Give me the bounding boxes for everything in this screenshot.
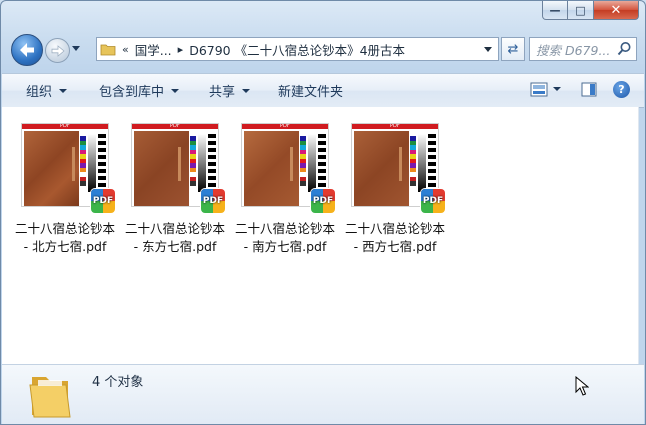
pdf-header-label: PDF [60,123,70,129]
book-cover-image [244,131,299,206]
mouse-cursor-icon [575,376,589,396]
book-cover-image [134,131,189,206]
file-name: 二十八宿总论钞本 - 北方七宿.pdf [14,221,115,254]
color-swatches [190,136,196,186]
ruler-strip [98,134,106,192]
back-button[interactable] [11,34,43,66]
view-options-dropdown[interactable] [553,87,561,91]
address-overflow-chevron[interactable]: « [122,43,129,56]
caption-buttons: — □ ✕ [542,1,639,20]
file-list-view[interactable]: PDF PDF 二十八宿总论钞本 - 北方七宿.pdf PDF PDF 二十八宿… [2,107,639,364]
gray-scale-strip [88,134,96,192]
chevron-down-icon [242,88,251,93]
include-in-library-menu[interactable]: 包含到库中 [99,81,180,100]
organize-menu[interactable]: 组织 [26,81,68,100]
book-cover-image [354,131,409,206]
ruler-strip [318,134,326,192]
forward-button[interactable] [45,38,70,63]
new-folder-button[interactable]: 新建文件夹 [278,81,343,100]
pdf-thumbnail: PDF PDF [241,123,335,213]
share-menu[interactable]: 共享 [209,81,251,100]
ruler-strip [428,134,436,192]
book-cover-image [24,131,79,206]
address-dropdown[interactable] [484,47,492,52]
view-icon [530,82,548,96]
command-toolbar: 组织 包含到库中 共享 新建文件夹 ? [2,73,644,108]
details-pane: 4 个对象 [2,364,644,424]
gray-scale-strip [198,134,206,192]
address-bar[interactable]: « 国学... ▸ D6790 《二十八宿总论钞本》4册古本 [96,37,499,61]
maximize-button[interactable]: □ [568,1,594,20]
recent-pages-dropdown[interactable] [72,46,80,51]
pdf-file-icon: PDF [311,189,335,213]
file-name: 二十八宿总论钞本 - 南方七宿.pdf [234,221,335,254]
minimize-button[interactable]: — [542,1,568,20]
close-button[interactable]: ✕ [594,1,639,20]
refresh-icon: ⇄ [507,41,519,57]
item-count: 4 个对象 [92,375,144,390]
search-icon[interactable] [617,41,632,56]
include-in-library-label: 包含到库中 [99,85,165,100]
file-item[interactable]: PDF PDF 二十八宿总论钞本 - 西方七宿.pdf [340,123,450,256]
explorer-window: — □ ✕ « 国学... ▸ D6790 《二十八宿总论钞本》4册古本 ⇄ 搜… [0,0,646,425]
preview-pane-icon [581,82,597,96]
color-swatches [300,136,306,186]
chevron-down-icon [171,88,180,93]
help-button[interactable]: ? [613,80,630,98]
file-name: 二十八宿总论钞本 - 西方七宿.pdf [344,221,445,254]
new-folder-label: 新建文件夹 [278,85,344,100]
file-name: 二十八宿总论钞本 - 东方七宿.pdf [124,221,225,254]
pdf-thumbnail: PDF PDF [131,123,225,213]
toolbar-right: ? [528,79,630,99]
pdf-header-label: PDF [390,123,400,129]
pdf-thumbnail: PDF PDF [351,123,445,213]
chevron-down-icon [59,88,68,93]
pdf-file-icon: PDF [201,189,225,213]
arrow-left-icon [20,43,34,57]
help-icon: ? [618,82,625,96]
arrow-right-icon [51,44,65,57]
pdf-header-label: PDF [170,123,180,129]
color-swatches [410,136,416,186]
change-view-button[interactable] [528,79,550,99]
address-segment-current[interactable]: D6790 《二十八宿总论钞本》4册古本 [189,40,405,59]
file-item[interactable]: PDF PDF 二十八宿总论钞本 - 东方七宿.pdf [120,123,230,256]
pdf-file-icon: PDF [421,189,445,213]
gray-scale-strip [418,134,426,192]
search-input[interactable]: 搜索 D679... [529,37,637,61]
pdf-file-icon: PDF [91,189,115,213]
pdf-header-label: PDF [280,123,290,129]
folder-icon [100,44,116,56]
file-item[interactable]: PDF PDF 二十八宿总论钞本 - 南方七宿.pdf [230,123,340,256]
ruler-strip [208,134,216,192]
pdf-thumbnail: PDF PDF [21,123,115,213]
color-swatches [80,136,86,186]
preview-pane-button[interactable] [579,79,599,99]
navigation-bar: « 国学... ▸ D6790 《二十八宿总论钞本》4册古本 ⇄ 搜索 D679… [9,33,639,67]
gray-scale-strip [308,134,316,192]
share-label: 共享 [209,85,236,100]
address-segment-parent[interactable]: 国学... [135,40,172,59]
address-separator-icon[interactable]: ▸ [178,43,184,56]
refresh-button[interactable]: ⇄ [501,37,525,61]
search-placeholder: 搜索 D679... [536,42,611,58]
folder-icon [29,377,71,418]
content-edge [638,107,639,364]
organize-label: 组织 [26,85,53,100]
file-item[interactable]: PDF PDF 二十八宿总论钞本 - 北方七宿.pdf [10,123,120,256]
